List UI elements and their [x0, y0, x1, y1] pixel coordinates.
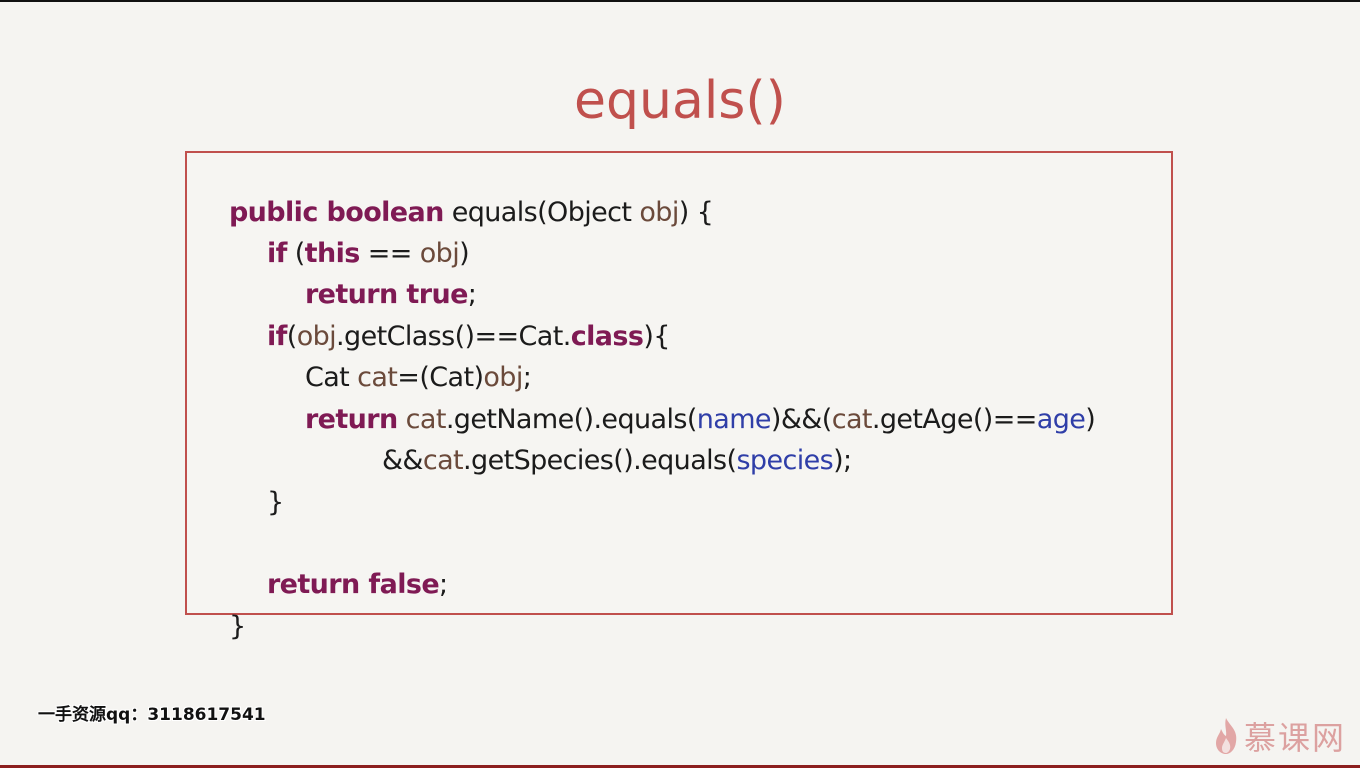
brand-logo: 慕课网: [1212, 712, 1346, 760]
code-token: return false: [266, 569, 440, 600]
code-token: .getAge()==: [871, 404, 1037, 435]
code-token: &&: [381, 445, 424, 476]
code-line: return cat.getName().equals(name)&&(cat.…: [273, 360, 1096, 435]
code-token: ;: [439, 569, 448, 600]
top-border: [0, 0, 1360, 2]
code-line: }: [197, 567, 246, 642]
slide-title: equals(): [574, 71, 786, 131]
code-token: equals(Object: [443, 197, 640, 228]
code-token: );: [833, 445, 852, 476]
code-token: .getSpecies().equals(: [463, 445, 737, 476]
logo-text: 慕课网: [1243, 719, 1346, 757]
code-token: cat: [422, 445, 464, 476]
code-line: if (this == obj): [235, 194, 470, 269]
code-line: }: [235, 443, 284, 518]
code-token: class: [570, 321, 644, 352]
code-token: ){: [643, 321, 670, 352]
code-line: Cat cat=(Cat)obj;: [273, 318, 532, 393]
code-token: obj: [639, 197, 679, 228]
code-token: }: [266, 487, 284, 518]
flame-icon: [1215, 718, 1237, 754]
code-block: public boolean equals(Object obj) { if (…: [185, 151, 1173, 642]
code-token: }: [228, 611, 246, 642]
code-token: age: [1036, 404, 1086, 435]
watermark-text: 一手资源qq：3118617541: [38, 705, 266, 725]
code-token: species: [736, 445, 834, 476]
code-line: &&cat.getSpecies().equals(species);: [350, 401, 852, 476]
code-token: ): [1085, 404, 1096, 435]
code-token: ) {: [678, 197, 714, 228]
code-line: return true;: [273, 235, 477, 310]
code-line: return false;: [235, 525, 448, 600]
code-line: public boolean equals(Object obj) {: [197, 153, 714, 228]
code-line: if(obj.getClass()==Cat.class){: [235, 277, 670, 352]
